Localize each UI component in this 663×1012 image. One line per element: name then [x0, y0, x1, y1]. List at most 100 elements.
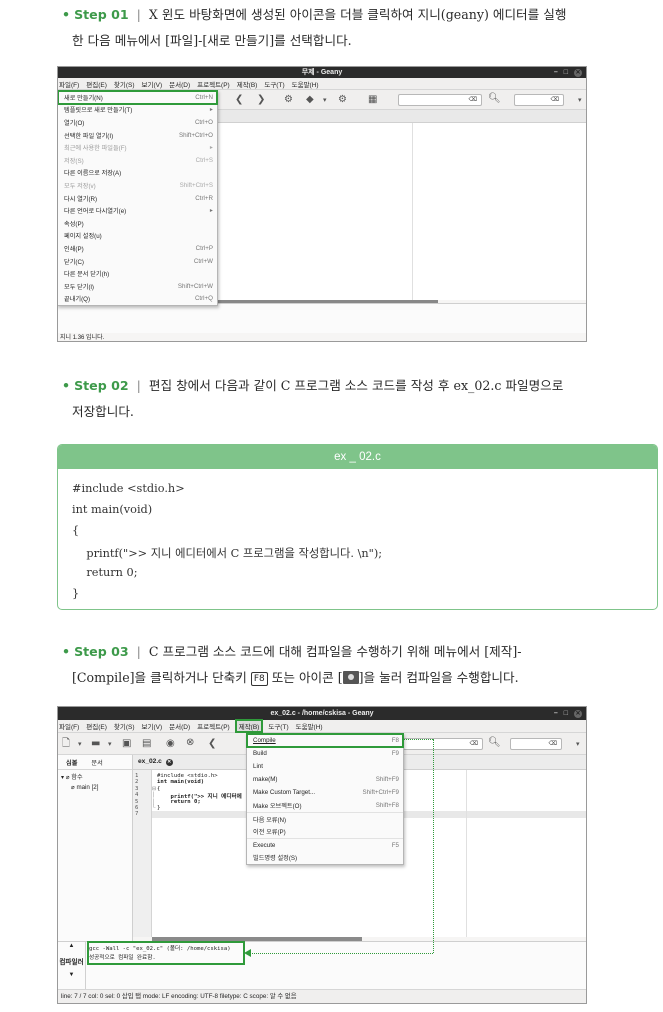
file-menu-new-from-template[interactable]: 템플릿으로 새로 만들기(T) ▸ — [58, 104, 217, 117]
step2-bullet: • — [62, 378, 71, 393]
build-menu-next-error[interactable]: 다음 오류(N) — [247, 812, 403, 825]
file-menu-save-as[interactable]: 다른 이름으로 저장(A) — [58, 167, 217, 180]
tab-scroll-down-icon[interactable]: ▼ — [58, 972, 85, 978]
code-listing-title: ex _ 02.c — [58, 445, 657, 469]
minimize-icon[interactable]: – — [554, 707, 558, 720]
file-menu-page-setup[interactable]: 페이지 설정(u) — [58, 230, 217, 243]
build-menu-make[interactable]: make(M) Shift+F9 — [247, 773, 403, 786]
maximize-icon[interactable]: □ — [564, 707, 568, 720]
open-file-icon[interactable]: ▬ — [91, 738, 100, 750]
build-icon[interactable]: ◆ — [306, 94, 314, 106]
file-menu-new[interactable]: 새로 만들기(N) Ctrl+N — [58, 90, 218, 105]
save-all-icon[interactable]: ▤ — [142, 738, 151, 750]
back-icon[interactable]: ❮ — [235, 94, 243, 106]
menu-file[interactable]: 파일(F) — [59, 721, 79, 731]
menu-edit[interactable]: 편집(E) — [86, 721, 107, 731]
toolbar-overflow-icon[interactable]: ▾ — [578, 94, 582, 106]
tab-close-icon[interactable]: ✕ — [165, 759, 173, 766]
menu-help[interactable]: 도움말(H) — [292, 79, 319, 89]
file-menu-quit[interactable]: 끝내기(Q) Ctrl+Q — [58, 293, 217, 306]
file-menu-close-all[interactable]: 모두 닫기(l) Shift+Ctrl+W — [58, 280, 217, 293]
annotation-connector-vertical — [433, 739, 434, 953]
tab-documents[interactable]: 문서 — [91, 758, 102, 767]
menu-file[interactable]: 파일(F) — [59, 79, 79, 89]
menu-search[interactable]: 찾기(S) — [114, 79, 135, 89]
build-menu-execute[interactable]: Execute F5 — [247, 838, 403, 851]
step2-text-1: 편집 창에서 다음과 같이 C 프로그램 소스 코드를 작성 후 ex_02.c… — [148, 378, 564, 393]
menu-project[interactable]: 프로젝트(P) — [197, 79, 230, 89]
search-icon[interactable]: 🔍︎ — [488, 93, 501, 105]
menu-build[interactable]: 제작(B) — [234, 719, 264, 733]
menu-tools[interactable]: 도구(T) — [264, 79, 284, 89]
window2-statusbar: line: 7 / 7 col: 0 sel: 0 삽입 탭 mode: LF … — [58, 989, 586, 1003]
color-chooser-icon[interactable]: ▦ — [368, 94, 377, 106]
tree-item-main[interactable]: ⌀ main [2] — [61, 783, 132, 793]
menu-project[interactable]: 프로젝트(P) — [197, 721, 230, 731]
forward-icon[interactable]: ❯ — [257, 94, 265, 106]
geany-window-new: 무제 - Geany – □ ✕ 파일(F) 편집(E) 찾기(S) 보기(V)… — [57, 66, 587, 342]
goto-line-input[interactable]: ⌫ — [510, 738, 562, 750]
menu-search[interactable]: 찾기(S) — [114, 721, 135, 731]
step1-bullet: • — [62, 7, 71, 22]
build-menu-set-commands[interactable]: 빌드명령 설정(S) — [247, 851, 403, 864]
menu-document[interactable]: 문서(D) — [169, 79, 190, 89]
code-line-6: } — [72, 587, 80, 600]
maximize-icon[interactable]: □ — [564, 67, 568, 78]
file-menu-open[interactable]: 열기(O) Ctrl+O — [58, 116, 217, 129]
minimize-icon[interactable]: – — [554, 67, 558, 78]
file-menu-recent[interactable]: 최근에 사용한 파일들(F) ▸ — [58, 141, 217, 154]
file-menu-reload[interactable]: 다시 열기(R) Ctrl+R — [58, 192, 217, 205]
long-line-marker — [466, 770, 467, 937]
file-menu-print[interactable]: 인쇄(P) Ctrl+P — [58, 242, 217, 255]
build-menu-dropdown: Compile F8 Build F9 Lint make(M) Shift+F9 M… — [246, 733, 404, 865]
tree-expander-icon[interactable]: ▾ ⌀ — [61, 774, 71, 781]
menu-document[interactable]: 문서(D) — [169, 721, 190, 731]
file-menu-properties[interactable]: 속성(P) — [58, 217, 217, 230]
window1-editor[interactable] — [218, 123, 586, 300]
toolbar-overflow-icon[interactable]: ▾ — [576, 738, 580, 750]
build-menu-compile[interactable]: Compile F8 — [246, 733, 404, 748]
build-menu-lint[interactable]: Lint — [247, 760, 403, 773]
file-menu-open-selected[interactable]: 선택한 파일 열기(I) Shift+Ctrl+O — [58, 129, 217, 142]
revert-icon[interactable]: ◉ — [166, 738, 175, 750]
tab-ex02c[interactable]: ex_02.c ✕ — [138, 758, 173, 766]
file-menu-save[interactable]: 저장(S) Ctrl+S — [58, 154, 217, 167]
menu-view[interactable]: 보기(V) — [142, 721, 163, 731]
search-input[interactable]: ⌫ — [398, 94, 482, 106]
search-icon[interactable]: 🔍︎ — [488, 737, 501, 749]
open-dropdown-icon[interactable]: ▾ — [108, 738, 112, 750]
file-menu-close[interactable]: 닫기(C) Ctrl+W — [58, 255, 217, 268]
build-menu-prev-error[interactable]: 이전 오류(P) — [247, 825, 403, 838]
tab-symbols[interactable]: 심볼 — [66, 758, 77, 767]
tab-compiler[interactable]: 컴파일러 — [58, 956, 85, 966]
editor-line-5: return 0; — [157, 798, 201, 805]
geany-window-compile: ex_02.c - /home/cskisa - Geany – □ ✕ 파일(… — [57, 706, 587, 1004]
menu-tools[interactable]: 도구(T) — [268, 721, 288, 731]
file-menu-close-others[interactable]: 다른 문서 닫기(h) — [58, 267, 217, 280]
build-menu-make-object[interactable]: Make 오브젝트(O) Shift+F8 — [247, 799, 403, 812]
new-file-icon[interactable]: 🗋 — [62, 738, 70, 750]
close-file-icon[interactable]: ⊗ — [186, 737, 194, 749]
menu-build[interactable]: 제작(B) — [237, 79, 258, 89]
tab-scroll-up-icon[interactable]: ▲ — [58, 942, 85, 949]
step2-separator: | — [136, 378, 141, 393]
close-icon[interactable]: ✕ — [574, 709, 582, 718]
new-dropdown-icon[interactable]: ▾ — [78, 738, 82, 750]
menu-help[interactable]: 도움말(H) — [296, 721, 323, 731]
menu-view[interactable]: 보기(V) — [142, 79, 163, 89]
compile-icon[interactable]: ⚙ — [284, 94, 293, 106]
menu-edit[interactable]: 편집(E) — [86, 79, 107, 89]
dropdown-arrow-icon[interactable]: ▾ — [323, 94, 327, 106]
step1-label: Step 01 — [74, 7, 129, 22]
execute-icon[interactable]: ⚙ — [338, 94, 347, 106]
compile-output-highlight — [87, 941, 245, 965]
back-icon[interactable]: ❮ — [208, 738, 216, 750]
file-menu-save-all[interactable]: 모두 저장(v) Shift+Ctrl+S — [58, 179, 217, 192]
close-icon[interactable]: ✕ — [574, 68, 582, 77]
save-icon[interactable]: ▣ — [122, 738, 131, 750]
tree-root-functions[interactable]: ▾ ⌀ 함수 — [61, 773, 132, 783]
build-menu-build[interactable]: Build F9 — [247, 747, 403, 760]
build-menu-make-custom[interactable]: Make Custom Target... Shift+Ctrl+F9 — [247, 786, 403, 799]
goto-line-input[interactable]: ⌫ — [514, 94, 564, 106]
file-menu-reload-as[interactable]: 다른 언어로 다시열기(e) ▸ — [58, 204, 217, 217]
